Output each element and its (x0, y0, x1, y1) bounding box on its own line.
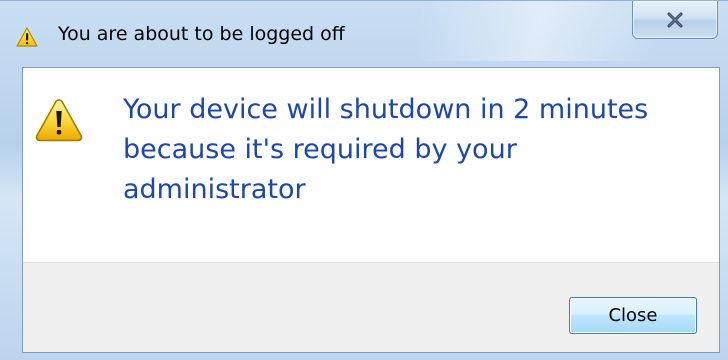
message-line: because it's required by your (123, 134, 517, 165)
message-line: administrator (123, 174, 306, 205)
message-line: Your device will shutdown in 2 minutes (123, 94, 649, 125)
warning-icon (35, 98, 83, 142)
close-icon (666, 12, 684, 28)
close-window-button[interactable] (632, 1, 718, 39)
dialog-window: You are about to be logged off Your devi… (0, 0, 728, 360)
message-area: Your device will shutdown in 2 minutes b… (23, 68, 719, 262)
button-bar: Close (23, 262, 719, 352)
warning-icon (16, 27, 38, 47)
dialog-body: Your device will shutdown in 2 minutes b… (22, 67, 720, 353)
title-bar[interactable]: You are about to be logged off (0, 1, 728, 61)
window-title: You are about to be logged off (58, 23, 345, 45)
message-text: Your device will shutdown in 2 minutes b… (123, 90, 703, 210)
close-button[interactable]: Close (569, 297, 697, 334)
